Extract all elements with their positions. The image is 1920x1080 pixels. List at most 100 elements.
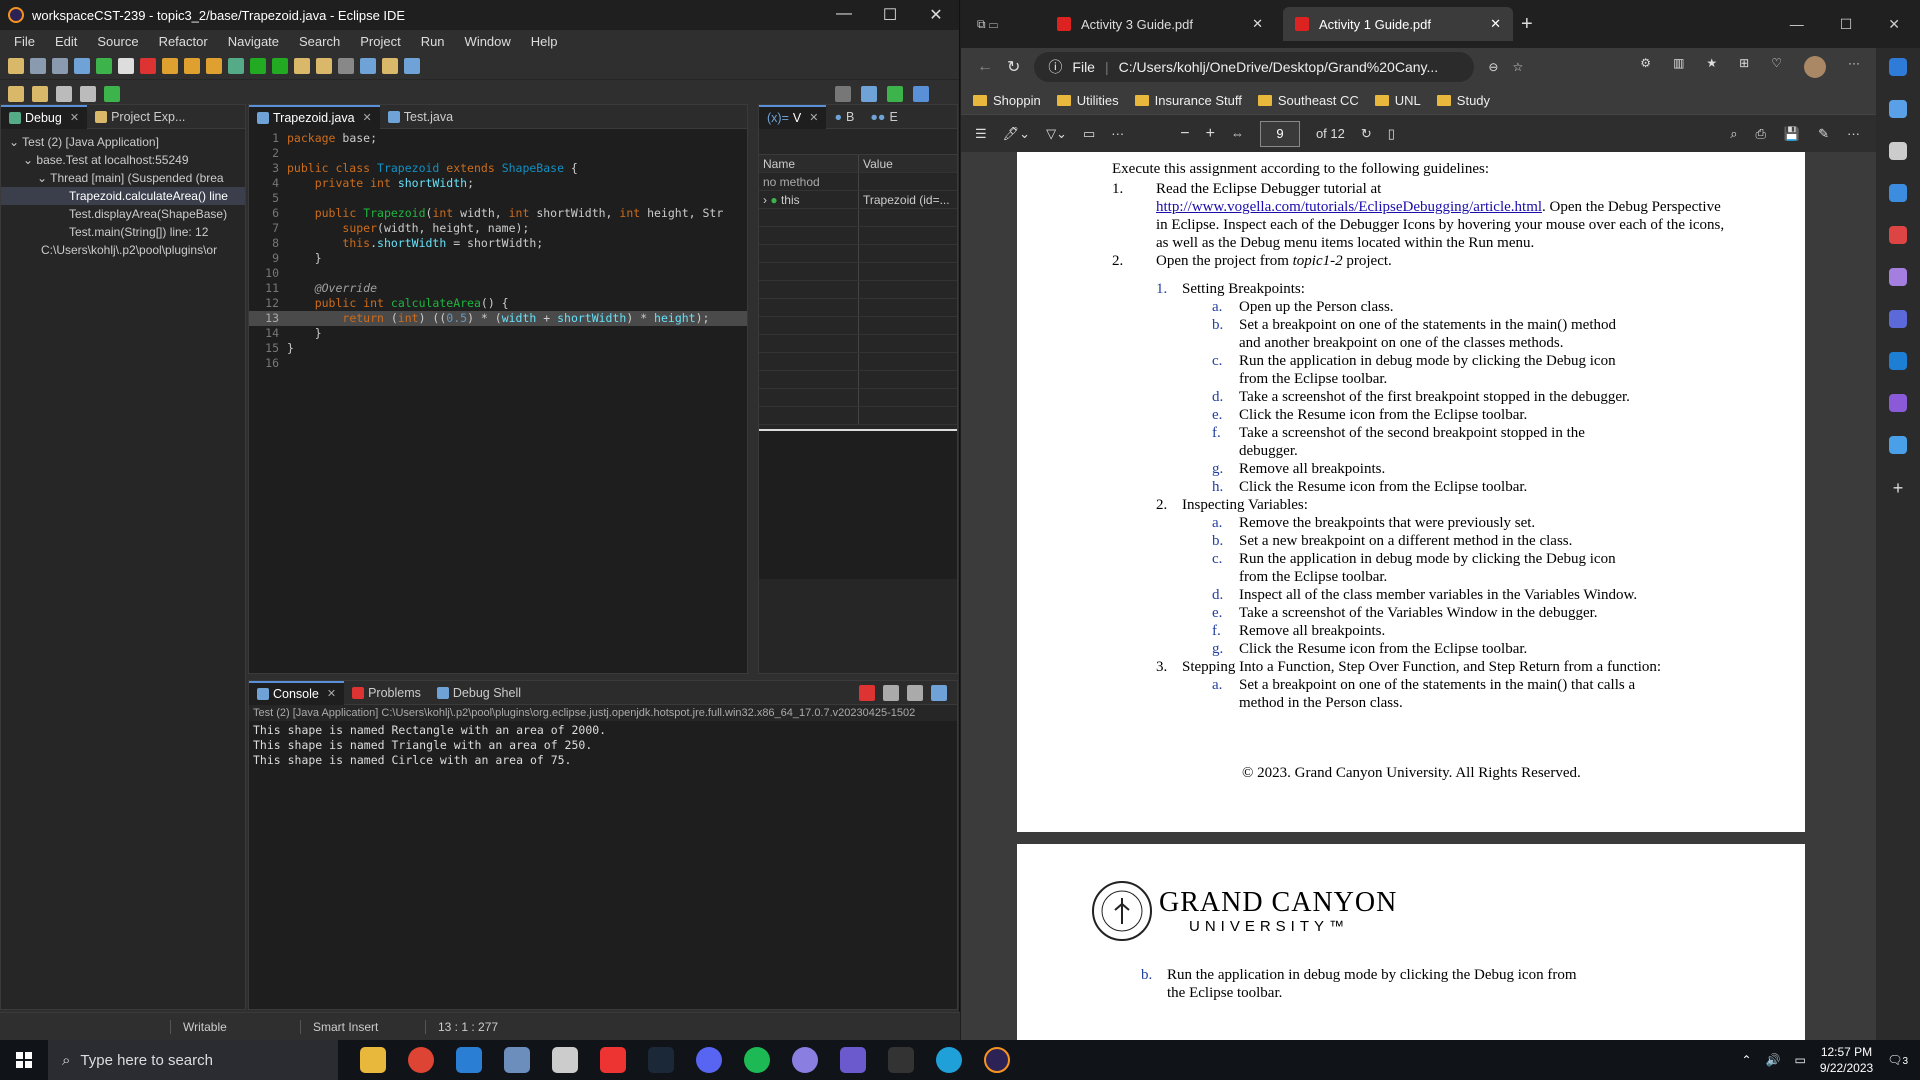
- obsidian-icon[interactable]: [840, 1047, 866, 1073]
- start-button[interactable]: [0, 1040, 48, 1080]
- terminate-icon[interactable]: [859, 684, 875, 701]
- step-over-icon[interactable]: [184, 57, 200, 74]
- new-tab-icon[interactable]: +: [1521, 13, 1533, 36]
- menu-source[interactable]: Source: [87, 34, 148, 49]
- annotation-icon[interactable]: [360, 57, 376, 74]
- tab-activity-1[interactable]: Activity 1 Guide.pdf ✕: [1283, 7, 1513, 41]
- step-return-icon[interactable]: [206, 57, 222, 74]
- minimize-icon[interactable]: —: [821, 5, 867, 25]
- notion-icon[interactable]: [552, 1047, 578, 1073]
- coverage-icon[interactable]: [272, 57, 288, 74]
- next-annotation-icon[interactable]: [8, 86, 24, 102]
- tree-item-vm[interactable]: ⌄ base.Test at localhost:55249: [1, 151, 245, 169]
- steam-icon[interactable]: [648, 1047, 674, 1073]
- save-as-icon[interactable]: ✎: [1818, 126, 1829, 142]
- clock[interactable]: 12:57 PM 9/22/2023: [1820, 1044, 1873, 1076]
- console-output[interactable]: This shape is named Rectangle with an ar…: [249, 721, 957, 770]
- page-view-icon[interactable]: ▯: [1388, 126, 1395, 142]
- vscode-icon[interactable]: [456, 1047, 482, 1073]
- scroll-lock-icon[interactable]: [931, 684, 947, 701]
- search-icon[interactable]: ⌕: [1730, 126, 1737, 142]
- info-icon[interactable]: ⓘ: [1048, 57, 1062, 77]
- favorite-star-icon[interactable]: ☆: [1512, 60, 1523, 74]
- skip-breakpoints-icon[interactable]: [74, 57, 90, 74]
- extensions-icon[interactable]: ⚙: [1640, 56, 1651, 78]
- volume-icon[interactable]: 🔊: [1766, 1053, 1781, 1067]
- save-icon[interactable]: [30, 57, 46, 74]
- close-tab-icon[interactable]: ✕: [809, 111, 818, 124]
- close-tab-icon[interactable]: ✕: [1252, 16, 1263, 32]
- maximize-icon[interactable]: ☐: [1840, 16, 1853, 33]
- shopping-icon[interactable]: [1889, 184, 1907, 202]
- tutorial-link[interactable]: http://www.vogella.com/tutorials/Eclipse…: [1156, 199, 1542, 215]
- menu-navigate[interactable]: Navigate: [218, 34, 289, 49]
- bookmark-study[interactable]: Study: [1436, 93, 1490, 108]
- menu-edit[interactable]: Edit: [45, 34, 87, 49]
- rotate-icon[interactable]: ↻: [1361, 126, 1372, 142]
- back-icon[interactable]: ←: [977, 58, 993, 76]
- close-tab-icon[interactable]: ✕: [1490, 16, 1501, 32]
- menu-search[interactable]: Search: [289, 34, 350, 49]
- detail-pane[interactable]: [759, 429, 957, 579]
- tab-expressions[interactable]: ●● E: [862, 105, 905, 129]
- favorites-icon[interactable]: ★: [1706, 56, 1717, 78]
- fit-page-icon[interactable]: ⇔: [1231, 126, 1244, 141]
- zoom-out-icon[interactable]: −: [1180, 125, 1189, 143]
- clear-console-icon[interactable]: [907, 684, 923, 701]
- performance-icon[interactable]: ♡: [1771, 56, 1782, 78]
- pen-icon[interactable]: [382, 57, 398, 74]
- run-icon[interactable]: [250, 57, 266, 74]
- bookmark-insurance[interactable]: Insurance Stuff: [1134, 93, 1242, 108]
- debug-perspective-icon[interactable]: [913, 86, 929, 102]
- tools-icon[interactable]: [1889, 226, 1907, 244]
- view-icon[interactable]: ▭: [1083, 126, 1095, 142]
- tab-variables[interactable]: (x)= V ✕: [759, 104, 827, 129]
- table-row[interactable]: › ● this Trapezoid (id=...: [759, 191, 957, 209]
- search-icon[interactable]: [835, 86, 851, 102]
- stack-frame-displayarea[interactable]: Test.displayArea(ShapeBase): [1, 205, 245, 223]
- open-folder-icon[interactable]: [294, 57, 310, 74]
- profile-avatar[interactable]: [1804, 56, 1826, 78]
- discord-icon[interactable]: [696, 1047, 722, 1073]
- contents-icon[interactable]: ☰: [975, 126, 987, 142]
- close-icon[interactable]: ✕: [1888, 16, 1900, 33]
- step-into-icon[interactable]: [162, 57, 178, 74]
- minimize-icon[interactable]: —: [1790, 16, 1804, 33]
- chevron-up-icon[interactable]: ⌃: [1741, 1053, 1751, 1067]
- menu-file[interactable]: File: [4, 34, 45, 49]
- resume-icon[interactable]: [96, 57, 112, 74]
- eclipse-taskbar-icon[interactable]: [984, 1047, 1010, 1073]
- tree-item-javaw-path[interactable]: C:\Users\kohlj\.p2\pool\plugins\or: [1, 241, 245, 259]
- notification-center-icon[interactable]: 🗨3: [1887, 1053, 1908, 1067]
- app-icon[interactable]: [504, 1047, 530, 1073]
- notification-icon[interactable]: [1889, 100, 1907, 118]
- bookmark-shoppin[interactable]: Shoppin: [973, 93, 1041, 108]
- debug-icon[interactable]: [228, 57, 244, 74]
- close-tab-icon[interactable]: ✕: [70, 111, 79, 124]
- tab-test-java[interactable]: Test.java: [380, 105, 461, 129]
- suspend-icon[interactable]: [118, 57, 134, 74]
- prev-annotation-icon[interactable]: [32, 86, 48, 102]
- app-icon-2[interactable]: [792, 1047, 818, 1073]
- code-area[interactable]: 1 package base; 2 3 public class Trapezoid…: [249, 129, 747, 371]
- taskbar-search[interactable]: ⌕ Type here to search: [48, 1040, 338, 1080]
- heart-app-icon[interactable]: [600, 1047, 626, 1073]
- designer-icon[interactable]: [1889, 394, 1907, 412]
- collections-icon[interactable]: ⊞: [1739, 56, 1749, 78]
- refresh-icon[interactable]: ↻: [1007, 57, 1020, 77]
- tab-breakpoints[interactable]: ● B: [826, 105, 862, 129]
- column-value-header[interactable]: Value: [859, 155, 957, 172]
- split-screen-icon[interactable]: ▥: [1673, 56, 1684, 78]
- bar-app-icon[interactable]: [888, 1047, 914, 1073]
- draw-icon[interactable]: ▽⌄: [1046, 126, 1067, 142]
- save-all-icon[interactable]: [52, 57, 68, 74]
- workspaces-icon[interactable]: ⧉ ▭: [977, 17, 1037, 32]
- menu-project[interactable]: Project: [350, 34, 410, 49]
- close-icon[interactable]: ✕: [913, 5, 959, 25]
- zoom-icon[interactable]: ⊖: [1488, 60, 1498, 74]
- pdf-viewer[interactable]: Execute this assignment according to the…: [961, 152, 1861, 1040]
- back-icon[interactable]: [56, 86, 72, 102]
- tab-debug-shell[interactable]: Debug Shell: [429, 681, 529, 705]
- remove-launch-icon[interactable]: [883, 684, 899, 701]
- stack-frame-calculatearea[interactable]: Trapezoid.calculateArea() line: [1, 187, 245, 205]
